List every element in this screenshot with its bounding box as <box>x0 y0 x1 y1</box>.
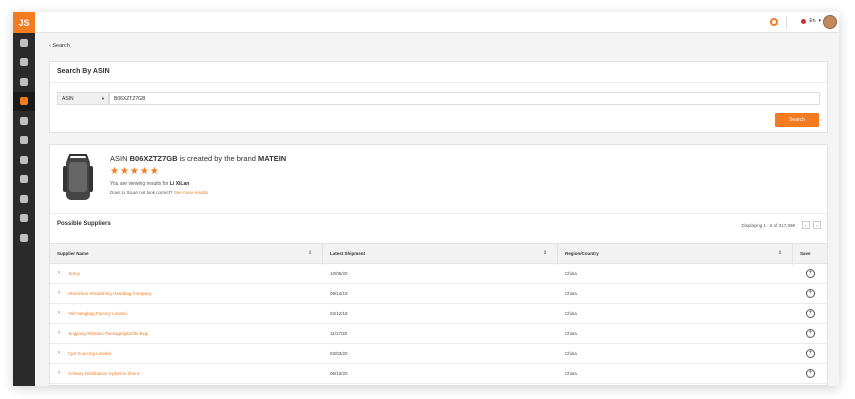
viewing-results: You are viewing results for Li XiLan <box>110 181 189 187</box>
language-selector[interactable]: En ▾ <box>801 18 821 24</box>
region: China <box>565 311 577 316</box>
latest-shipment: 10/05/20 <box>330 271 348 276</box>
prev-page-button[interactable]: ‹ <box>802 221 810 229</box>
app-logo[interactable]: JS <box>13 12 35 33</box>
table-row[interactable]: › Jenny 10/05/20 China + <box>50 264 827 284</box>
chevron-right-icon[interactable]: › <box>58 330 60 336</box>
language-label: En <box>809 18 816 24</box>
home-icon[interactable] <box>13 33 35 53</box>
latest-shipment: 02/12/19 <box>330 311 348 316</box>
bar-chart-icon[interactable] <box>13 150 35 170</box>
avatar[interactable] <box>823 15 837 29</box>
pagination-status: Displaying 1 - 5 of 317,098 <box>741 223 795 228</box>
sort-icon[interactable]: ⇕ <box>308 250 312 256</box>
region: China <box>565 371 577 376</box>
sort-icon[interactable]: ⇕ <box>778 250 782 256</box>
see-more-link[interactable]: See more results <box>174 190 208 195</box>
next-page-button[interactable]: › <box>813 221 821 229</box>
search-card-title: Search By ASIN <box>57 68 110 75</box>
topbar-divider <box>786 16 787 29</box>
region: China <box>565 291 577 296</box>
column-divider <box>557 244 558 265</box>
app-window: JS En ▾ ‹ Search Search By ASIN ASIN ▼ B… <box>13 12 839 386</box>
add-icon[interactable]: + <box>806 369 815 378</box>
keyboard-icon[interactable] <box>13 170 35 190</box>
suppliers-title: Possible Suppliers <box>57 221 111 227</box>
star-rating: ★★★★★ <box>110 166 160 177</box>
supplier-name[interactable]: Shenzhen Shuaishing Handbag Company <box>68 291 152 296</box>
search-type-select[interactable]: ASIN ▼ <box>57 92 109 105</box>
sidebar: JS <box>13 12 35 386</box>
column-divider <box>792 244 793 265</box>
search-button[interactable]: Search <box>775 113 819 127</box>
table-row[interactable]: › Jingjiang Shmanu Packaging&Gifts Bxqi … <box>50 324 827 344</box>
region: China <box>565 351 577 356</box>
supplier-name[interactable]: Jenny <box>68 271 80 276</box>
viewing-text: You are viewing results for <box>110 181 169 187</box>
brand-name: MATEIN <box>258 154 287 163</box>
supplier-name[interactable]: Century Distribution Systems Shenz <box>68 371 140 376</box>
globe-icon[interactable] <box>13 228 35 248</box>
asin-input[interactable]: B06XZTZ7GB <box>109 92 820 105</box>
latest-shipment: 09/14/19 <box>330 291 348 296</box>
column-region[interactable]: Region/Country <box>565 251 599 256</box>
back-label: Search <box>52 43 70 49</box>
tools-icon[interactable] <box>13 111 35 131</box>
column-supplier-name[interactable]: Supplier Name <box>57 251 89 256</box>
search-icon[interactable] <box>13 72 35 92</box>
not-correct-text: Does Li XiLan not look correct? <box>110 190 173 195</box>
add-icon[interactable]: + <box>806 269 815 278</box>
chevron-right-icon[interactable]: › <box>58 270 60 276</box>
megaphone-icon[interactable] <box>13 131 35 151</box>
column-latest-shipment[interactable]: Latest Shipment <box>330 251 365 256</box>
chevron-right-icon[interactable]: › <box>58 370 60 376</box>
back-link[interactable]: ‹ Search <box>49 43 70 49</box>
supplier-name[interactable]: Jingjiang Shmanu Packaging&Gifts Bxqi <box>68 331 148 336</box>
latest-shipment: 03/03/20 <box>330 351 348 356</box>
supplier-name[interactable]: Cjet Sourcing Limited <box>68 351 111 356</box>
region: China <box>565 331 577 336</box>
results-card: ASIN B06XZTZ7GB is created by the brand … <box>49 144 828 386</box>
chevron-down-icon: ▾ <box>818 18 821 24</box>
flag-icon <box>801 18 807 24</box>
add-icon[interactable]: + <box>806 349 815 358</box>
top-bar: En ▾ <box>35 12 839 33</box>
divider <box>50 213 827 214</box>
add-icon[interactable]: + <box>806 289 815 298</box>
viewing-name: Li XiLan <box>169 181 190 187</box>
supplier-name[interactable]: Yeli Hangbag Factory Limited <box>68 311 127 316</box>
column-divider <box>322 244 323 265</box>
product-title: ASIN B06XZTZ7GB is created by the brand … <box>110 154 286 163</box>
graduation-cap-icon[interactable] <box>13 209 35 229</box>
latest-shipment: 06/10/20 <box>330 371 348 376</box>
divider <box>50 82 827 83</box>
region: China <box>565 271 577 276</box>
table-row[interactable]: › Shenzhen Shuaishing Handbag Company 09… <box>50 284 827 304</box>
add-icon[interactable]: + <box>806 329 815 338</box>
column-save: Save <box>800 251 811 256</box>
brand-text: is created by the brand <box>179 154 256 163</box>
chevron-right-icon[interactable]: › <box>58 290 60 296</box>
asin-prefix: ASIN <box>110 154 128 163</box>
table-row[interactable]: › Yeli Hangbag Factory Limited 02/12/19 … <box>50 304 827 324</box>
search-card: Search By ASIN ASIN ▼ B06XZTZ7GB Search <box>49 61 828 133</box>
table-row[interactable]: › Cjet Sourcing Limited 03/03/20 China + <box>50 344 827 364</box>
table-row[interactable]: › Century Distribution Systems Shenz 06/… <box>50 364 827 384</box>
add-icon[interactable]: + <box>806 309 815 318</box>
latest-shipment: 11/17/20 <box>330 331 348 336</box>
asin-value: B06XZTZ7GB <box>129 154 178 163</box>
headset-icon[interactable] <box>13 53 35 73</box>
notification-icon[interactable] <box>769 17 779 27</box>
sort-icon[interactable]: ⇕ <box>543 250 547 256</box>
layers-icon[interactable] <box>13 189 35 209</box>
chevron-down-icon: ▼ <box>101 96 105 101</box>
not-correct-prompt: Does Li XiLan not look correct? See more… <box>110 190 208 195</box>
product-image <box>63 154 93 200</box>
table-header: Supplier Name ⇕ Latest Shipment ⇕ Region… <box>50 243 827 265</box>
chevron-right-icon[interactable]: › <box>58 350 60 356</box>
search-type-value: ASIN <box>62 96 74 102</box>
chevron-right-icon[interactable]: › <box>58 310 60 316</box>
supplier-icon[interactable] <box>13 91 35 111</box>
